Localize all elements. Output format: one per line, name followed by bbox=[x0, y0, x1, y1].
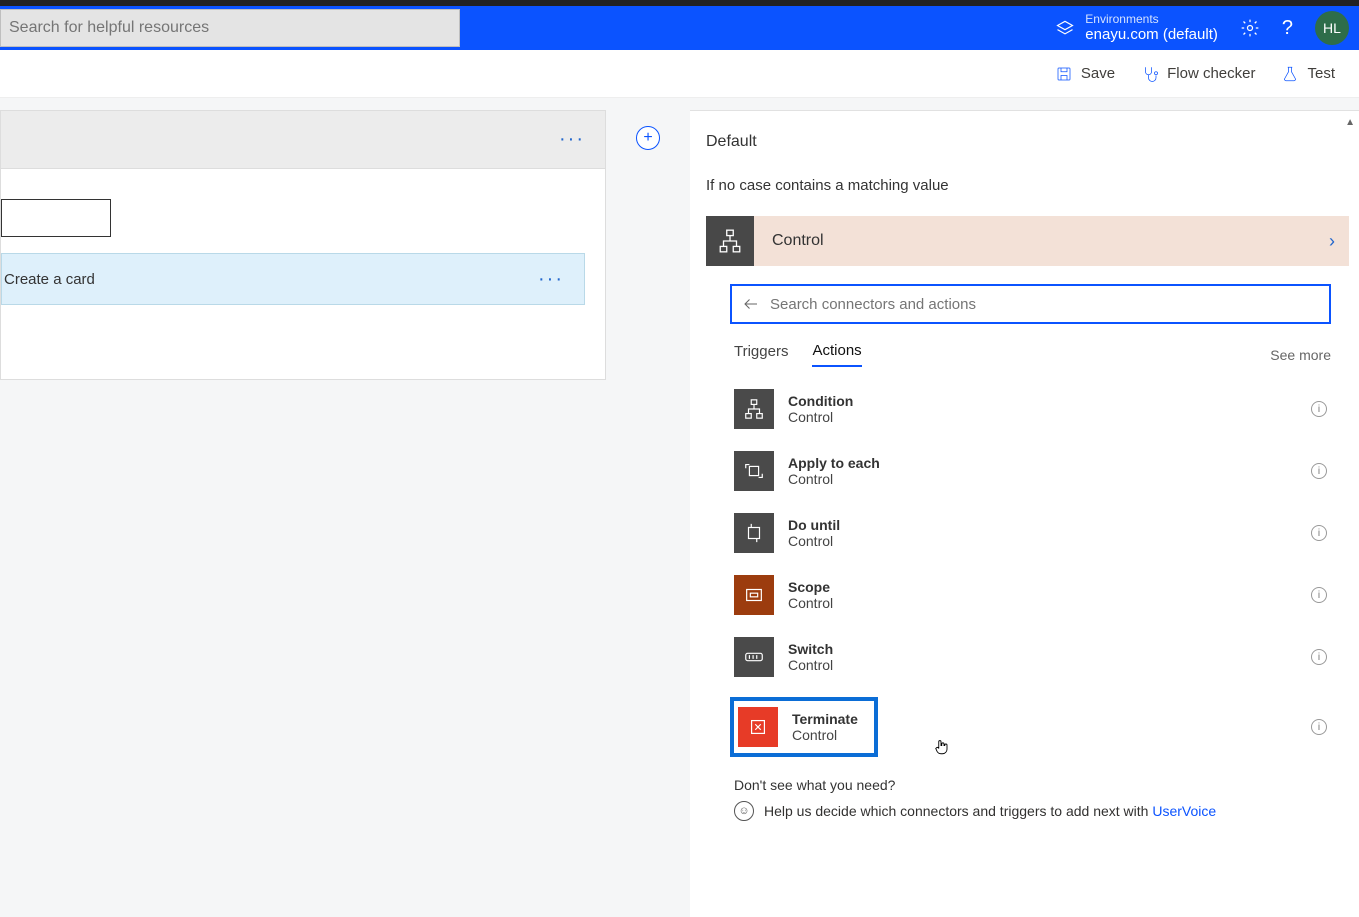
control-banner[interactable]: Control › bbox=[706, 216, 1349, 266]
save-label: Save bbox=[1081, 65, 1115, 82]
create-card-action[interactable]: Create a card ··· bbox=[1, 253, 585, 305]
action-item-apply-to-each[interactable]: Apply to each Control i bbox=[730, 449, 1331, 493]
terminate-icon bbox=[738, 707, 778, 747]
action-item-terminate[interactable]: Terminate Control bbox=[730, 697, 878, 757]
create-card-label: Create a card bbox=[2, 271, 95, 288]
toolbar: Save Flow checker Test bbox=[0, 50, 1359, 98]
action-item-scope[interactable]: Scope Control i bbox=[730, 573, 1331, 617]
action-sub: Control bbox=[792, 727, 870, 743]
switch-icon bbox=[734, 637, 774, 677]
action-title: Do until bbox=[788, 517, 1297, 533]
action-title: Apply to each bbox=[788, 455, 1297, 471]
flask-icon bbox=[1281, 65, 1299, 83]
footer-help: Don't see what you need? ☺ Help us decid… bbox=[730, 777, 1331, 821]
environment-icon bbox=[1055, 18, 1075, 38]
action-sub: Control bbox=[788, 533, 1297, 549]
info-icon[interactable]: i bbox=[1311, 463, 1327, 479]
search-input[interactable] bbox=[0, 9, 460, 47]
control-label: Control bbox=[772, 232, 1311, 250]
tab-actions[interactable]: Actions bbox=[812, 342, 861, 367]
back-arrow-icon[interactable] bbox=[742, 295, 760, 313]
see-more-link[interactable]: See more bbox=[1270, 347, 1331, 363]
info-icon[interactable]: i bbox=[1311, 401, 1327, 417]
info-icon[interactable]: i bbox=[1311, 649, 1327, 665]
action-sub: Control bbox=[788, 409, 1297, 425]
apply-to-each-icon bbox=[734, 451, 774, 491]
flow-checker-button[interactable]: Flow checker bbox=[1141, 65, 1255, 83]
chevron-right-icon: › bbox=[1329, 231, 1335, 252]
action-menu-button[interactable]: ··· bbox=[538, 268, 564, 291]
search-connectors-input[interactable] bbox=[770, 296, 1319, 313]
info-icon[interactable]: i bbox=[1311, 587, 1327, 603]
canvas: ··· Create a card ··· + ▲ Default If no … bbox=[0, 98, 1359, 917]
card-menu-button[interactable]: ··· bbox=[559, 128, 585, 151]
scroll-up-icon[interactable]: ▲ bbox=[1345, 117, 1355, 128]
cursor-hand-icon bbox=[932, 737, 950, 762]
test-label: Test bbox=[1307, 65, 1335, 82]
action-item-terminate-row: Terminate Control i bbox=[730, 697, 1331, 757]
flow-checker-label: Flow checker bbox=[1167, 65, 1255, 82]
environment-label: Environments bbox=[1085, 12, 1218, 26]
save-button[interactable]: Save bbox=[1055, 65, 1115, 83]
action-sub: Control bbox=[788, 595, 1297, 611]
help-icon[interactable]: ? bbox=[1282, 17, 1293, 40]
stethoscope-icon bbox=[1141, 65, 1159, 83]
condition-icon bbox=[734, 389, 774, 429]
do-until-icon bbox=[734, 513, 774, 553]
info-icon[interactable]: i bbox=[1311, 525, 1327, 541]
panel-title: Default bbox=[706, 133, 1349, 151]
tabs-row: Triggers Actions See more bbox=[730, 342, 1331, 367]
scope-icon bbox=[734, 575, 774, 615]
environment-name: enayu.com (default) bbox=[1085, 26, 1218, 44]
top-bar: Environments enayu.com (default) ? HL bbox=[0, 0, 1359, 50]
info-icon[interactable]: i bbox=[1311, 719, 1327, 735]
card-value-input[interactable] bbox=[1, 199, 111, 237]
panel-help-text: If no case contains a matching value bbox=[706, 177, 1349, 194]
gear-icon[interactable] bbox=[1240, 18, 1260, 38]
action-title: Condition bbox=[788, 393, 1297, 409]
save-icon bbox=[1055, 65, 1073, 83]
test-button[interactable]: Test bbox=[1281, 65, 1335, 83]
right-panel: ▲ Default If no case contains a matching… bbox=[690, 110, 1359, 917]
search-connectors-row bbox=[730, 284, 1331, 324]
action-item-do-until[interactable]: Do until Control i bbox=[730, 511, 1331, 555]
left-card-header: ··· bbox=[1, 111, 605, 169]
footer-help-text: Help us decide which connectors and trig… bbox=[764, 803, 1152, 819]
tab-triggers[interactable]: Triggers bbox=[734, 343, 788, 366]
action-title: Terminate bbox=[792, 711, 870, 727]
smiley-icon: ☺ bbox=[734, 801, 754, 821]
action-sub: Control bbox=[788, 657, 1297, 673]
action-item-switch[interactable]: Switch Control i bbox=[730, 635, 1331, 679]
add-step-button[interactable]: + bbox=[636, 126, 660, 150]
left-card: ··· Create a card ··· bbox=[0, 110, 606, 380]
action-sub: Control bbox=[788, 471, 1297, 487]
action-item-condition[interactable]: Condition Control i bbox=[730, 387, 1331, 431]
environment-selector[interactable]: Environments enayu.com (default) bbox=[1055, 12, 1218, 44]
footer-question: Don't see what you need? bbox=[734, 777, 1331, 793]
action-list: Condition Control i Apply to each Contro… bbox=[730, 387, 1331, 757]
uservoice-link[interactable]: UserVoice bbox=[1152, 803, 1216, 819]
avatar[interactable]: HL bbox=[1315, 11, 1349, 45]
control-icon bbox=[706, 216, 754, 266]
action-title: Switch bbox=[788, 641, 1297, 657]
action-title: Scope bbox=[788, 579, 1297, 595]
